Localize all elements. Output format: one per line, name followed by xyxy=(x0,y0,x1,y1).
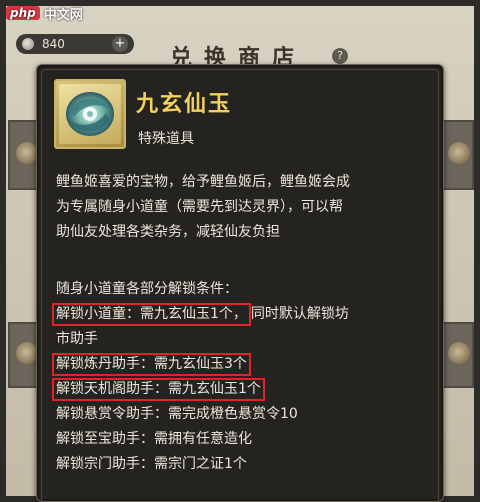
goods-icon xyxy=(16,142,38,164)
watermark-text: 中文网 xyxy=(43,7,83,23)
description-line: 为专属随身小道童（需要先到达灵界），可以帮 xyxy=(56,199,343,215)
condition-row: 解锁天机阁助手：需九玄仙玉1个 xyxy=(52,377,446,402)
description-line: 鲤鱼姬喜爱的宝物，给予鲤鱼姬后，鲤鱼姬会成 xyxy=(56,174,350,190)
item-name: 九玄仙玉 xyxy=(136,91,233,117)
watermark-logo: php xyxy=(6,6,40,20)
goods-icon xyxy=(448,142,470,164)
highlighted-condition: 解锁小道童：需九玄仙玉1个， xyxy=(52,303,251,326)
jade-orb-icon xyxy=(66,92,114,136)
condition-row: 解锁宗门助手：需宗门之证1个 xyxy=(56,452,446,477)
currency-value: 840 xyxy=(42,37,65,51)
help-icon[interactable]: ? xyxy=(332,48,348,64)
condition-row: 解锁炼丹助手：需九玄仙玉3个 xyxy=(52,352,446,377)
goods-icon xyxy=(16,342,38,364)
description-line: 助仙友处理各类杂务，减轻仙友负担 xyxy=(56,224,280,240)
condition-row: 解锁悬赏令助手：需完成橙色悬赏令10 xyxy=(56,402,446,427)
item-icon-frame xyxy=(54,79,126,149)
conditions-header: 随身小道童各部分解锁条件： xyxy=(56,281,238,297)
condition-text: 解锁悬赏令助手：需完成橙色悬赏令10 xyxy=(56,406,298,422)
item-description: 鲤鱼姬喜爱的宝物，给予鲤鱼姬后，鲤鱼姬会成 为专属随身小道童（需要先到达灵界），… xyxy=(56,170,436,245)
condition-text: 市助手 xyxy=(56,331,98,347)
condition-text: 解锁至宝助手：需拥有任意造化 xyxy=(56,431,252,447)
condition-row: 解锁小道童：需九玄仙玉1个， 同时默认解锁坊 xyxy=(52,302,446,327)
item-type: 特殊道具 xyxy=(138,131,194,147)
condition-text: 同时默认解锁坊 xyxy=(250,306,349,322)
condition-row: 解锁至宝助手：需拥有任意造化 xyxy=(56,427,446,452)
currency-bar: 840 + xyxy=(16,34,134,54)
condition-text: 解锁宗门助手：需宗门之证1个 xyxy=(56,456,247,472)
highlighted-condition: 解锁炼丹助手：需九玄仙玉3个 xyxy=(52,353,251,376)
spirit-stone-icon xyxy=(22,38,34,50)
highlighted-condition: 解锁天机阁助手：需九玄仙玉1个 xyxy=(52,378,265,401)
shop-card-right-top[interactable] xyxy=(440,120,474,190)
watermark: php 中文网 xyxy=(6,4,83,23)
condition-row: 市助手 xyxy=(56,327,446,352)
unlock-conditions: 随身小道童各部分解锁条件： 解锁小道童：需九玄仙玉1个， 同时默认解锁坊 市助手 … xyxy=(52,277,446,477)
goods-icon xyxy=(448,342,470,364)
add-currency-button[interactable]: + xyxy=(112,36,128,52)
